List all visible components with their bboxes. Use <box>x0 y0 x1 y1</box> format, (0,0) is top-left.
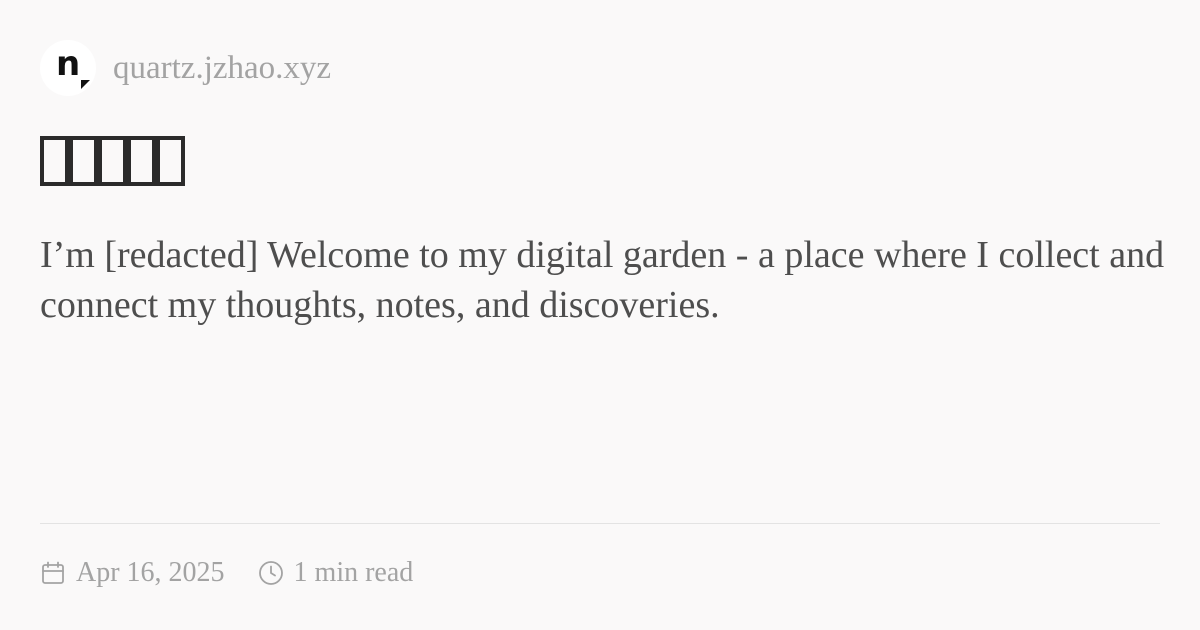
og-preview-card: n quartz.jzhao.xyz □□□□□ I’m [redacted] … <box>0 0 1200 630</box>
date-meta: Apr 16, 2025 <box>40 555 225 591</box>
divider <box>40 523 1160 524</box>
missing-glyph-icon <box>156 136 185 186</box>
clock-icon <box>258 560 284 586</box>
site-header: n quartz.jzhao.xyz <box>40 40 331 96</box>
reading-time-meta: 1 min read <box>258 555 414 591</box>
site-domain: quartz.jzhao.xyz <box>113 50 332 86</box>
reading-time: 1 min read <box>293 557 414 588</box>
logo-letter: n <box>56 44 81 84</box>
logo-mark-icon <box>81 80 90 89</box>
page-title: □□□□□ <box>40 132 185 190</box>
site-logo: n <box>40 40 96 96</box>
calendar-icon <box>40 560 66 586</box>
page-description: I’m [redacted] Welcome to my digital gar… <box>40 234 1165 326</box>
missing-glyph-icon <box>98 136 127 186</box>
publish-date: Apr 16, 2025 <box>76 557 225 588</box>
page-meta: Apr 16, 2025 1 min read <box>40 555 413 591</box>
missing-glyph-icon <box>127 136 156 186</box>
missing-glyph-icon <box>40 136 69 186</box>
missing-glyph-icon <box>69 136 98 186</box>
